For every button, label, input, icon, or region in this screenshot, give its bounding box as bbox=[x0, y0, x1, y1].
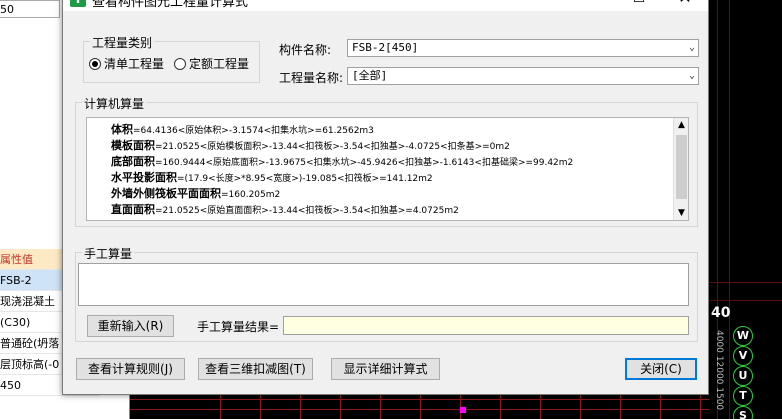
axis-circle-s: S bbox=[733, 406, 753, 419]
calc-line-expr: =21.0525<原始直面面积>-13.44<扣筏板>-3.54<扣独基>=4.… bbox=[155, 206, 459, 216]
axis-number-label: 40 bbox=[711, 305, 731, 321]
calculation-dialog: T 查看构件图元工程量计算式 — ☐ ✕ 工程量类别 清单工程量 定额工程量 构… bbox=[62, 0, 709, 395]
scroll-down-icon[interactable]: ▼ bbox=[674, 206, 688, 220]
maximize-button[interactable]: ☐ bbox=[616, 0, 662, 11]
calc-line: 水平投影面积=(17.9<长度>*8.95<宽度>)-19.085<扣筏板>=1… bbox=[111, 169, 433, 185]
radio-quota-qty[interactable]: 定额工程量 bbox=[174, 55, 249, 72]
calc-line-name: 水平投影面积 bbox=[111, 171, 177, 184]
component-name-label: 构件名称: bbox=[279, 43, 332, 57]
calc-line-name: 直面面积 bbox=[111, 203, 155, 216]
component-name-value: FSB-2[450] bbox=[352, 41, 419, 54]
qty-type-legend: 工程量类别 bbox=[90, 34, 155, 51]
dimension-text: 4000 12000 1500 bbox=[714, 330, 724, 411]
cad-left-ruler bbox=[100, 395, 130, 419]
reinput-button[interactable]: 重新输入(R) bbox=[87, 315, 174, 337]
scroll-up-icon[interactable]: ▲ bbox=[674, 118, 688, 132]
chevron-down-icon[interactable]: ⌄ bbox=[689, 68, 695, 84]
dialog-title: 查看构件图元工程量计算式 bbox=[92, 0, 249, 10]
close-button[interactable]: 关闭(C) bbox=[625, 358, 697, 380]
axis-circle-w: W bbox=[733, 326, 753, 346]
computer-calc-legend: 计算机算量 bbox=[82, 95, 147, 112]
calc-line-name: 模板面积 bbox=[111, 139, 155, 152]
calc-line-name: 底部面积 bbox=[111, 155, 155, 168]
dialog-titlebar[interactable]: T 查看构件图元工程量计算式 — ☐ ✕ bbox=[63, 0, 708, 11]
calc-line: 外墙外侧筏板平面面积=160.205m2 bbox=[111, 185, 280, 201]
axis-circle-u: U bbox=[733, 366, 753, 386]
calc-line: 模板面积=21.0525<原始模板面积>-13.44<扣筏板>-3.54<扣独基… bbox=[111, 137, 510, 153]
calc-line: 体积=64.4136<原始体积>-3.1574<扣集水坑>=61.2562m3 bbox=[111, 121, 374, 137]
manual-result-field[interactable] bbox=[283, 316, 689, 335]
radio-label: 清单工程量 bbox=[104, 57, 165, 71]
computer-calc-group: 计算机算量 体积=64.4136<原始体积>-3.1574<扣集水坑>=61.2… bbox=[75, 95, 698, 227]
calc-formula-box[interactable]: 体积=64.4136<原始体积>-3.1574<扣集水坑>=61.2562m3 … bbox=[86, 117, 689, 221]
scroll-thumb[interactable] bbox=[676, 135, 687, 199]
calc-scrollbar[interactable]: ▲ ▼ bbox=[673, 118, 688, 220]
qty-name-value: [全部] bbox=[352, 69, 388, 82]
qty-name-label: 工程量名称: bbox=[279, 71, 344, 85]
app-icon: T bbox=[70, 0, 86, 7]
radio-checked-icon[interactable] bbox=[89, 57, 101, 70]
calc-line-expr: =160.9444<原始底面积>-13.9675<扣集水坑>-45.9426<扣… bbox=[155, 158, 574, 168]
manual-calc-legend: 手工算量 bbox=[82, 245, 135, 262]
minimize-button[interactable]: — bbox=[570, 0, 616, 11]
view-3d-deduction-button[interactable]: 查看三维扣减图(T) bbox=[198, 358, 313, 380]
calc-line: 直面面积=21.0525<原始直面面积>-13.44<扣筏板>-3.54<扣独基… bbox=[111, 201, 459, 217]
calc-line-expr: =64.4136<原始体积>-3.1574<扣集水坑>=61.2562m3 bbox=[133, 126, 374, 136]
axis-circle-t: T bbox=[733, 386, 753, 406]
calc-line-expr: =21.0525<原始模板面积>-13.44<扣筏板>-3.54<扣独基>-4.… bbox=[155, 142, 510, 152]
radio-list-qty[interactable]: 清单工程量 bbox=[89, 55, 164, 72]
selection-marker bbox=[460, 407, 466, 413]
calc-line-name: 外墙外侧筏板平面面积 bbox=[111, 187, 221, 200]
axis-circle-v: V bbox=[733, 346, 753, 366]
cad-drawing-area[interactable] bbox=[100, 395, 782, 419]
calc-line-expr: =160.205m2 bbox=[221, 190, 281, 200]
qty-type-group: 工程量类别 清单工程量 定额工程量 bbox=[83, 34, 260, 83]
component-name-select[interactable]: FSB-2[450] ⌄ bbox=[347, 39, 699, 57]
qty-name-select[interactable]: [全部] ⌄ bbox=[347, 67, 699, 85]
calc-line: 底部面积=160.9444<原始底面积>-13.9675<扣集水坑>-45.94… bbox=[111, 153, 573, 169]
radio-unchecked-icon[interactable] bbox=[174, 57, 186, 70]
manual-result-label: 手工算量结果= bbox=[197, 320, 280, 334]
view-rules-button[interactable]: 查看计算规则(J) bbox=[76, 358, 185, 380]
radio-label: 定额工程量 bbox=[189, 57, 250, 71]
calc-line-expr: =(17.9<长度>*8.95<宽度>)-19.085<扣筏板>=141.12m… bbox=[177, 174, 433, 184]
top-input-field[interactable]: 50 bbox=[0, 0, 60, 18]
calc-line-name: 体积 bbox=[111, 123, 133, 136]
close-window-button[interactable]: ✕ bbox=[662, 0, 708, 11]
show-detail-button[interactable]: 显示详细计算式 bbox=[331, 358, 440, 380]
manual-calc-textarea[interactable] bbox=[78, 263, 689, 306]
chevron-down-icon[interactable]: ⌄ bbox=[689, 40, 695, 56]
